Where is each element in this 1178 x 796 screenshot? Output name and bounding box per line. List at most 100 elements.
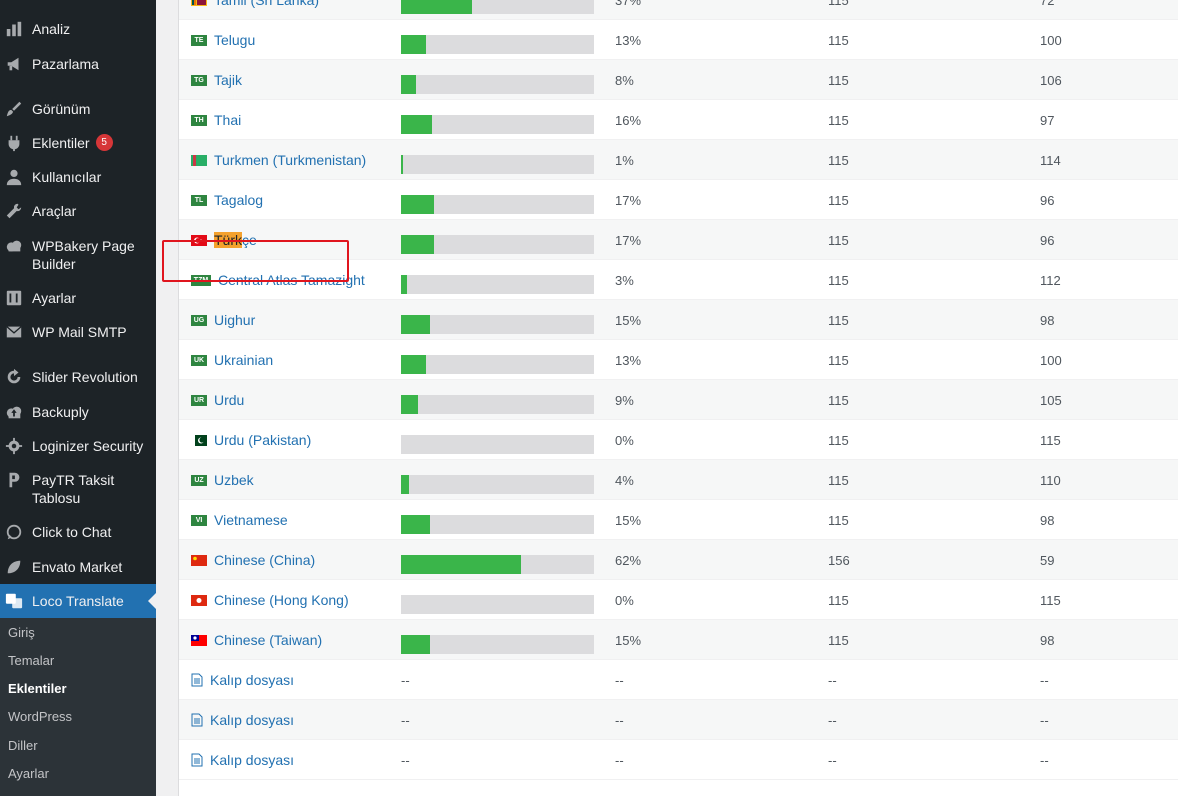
- table-row: Kalıp dosyası -- -- -- --: [179, 740, 1178, 780]
- hongkong-flag-icon: [191, 594, 207, 606]
- table-row: Tamil (Sri Lanka) 37% 115 72: [179, 0, 1178, 20]
- remaining-strings: 98: [1040, 632, 1055, 648]
- submenu-item-wordpress[interactable]: WordPress: [8, 709, 72, 724]
- total-strings: 115: [828, 312, 849, 328]
- menu-click-to-chat[interactable]: Click to Chat: [0, 523, 156, 541]
- language-link[interactable]: Chinese (China): [191, 540, 315, 580]
- menu-ara-lar[interactable]: Araçlar: [0, 202, 156, 220]
- empty-cell: --: [828, 712, 837, 728]
- remaining-strings: 112: [1040, 272, 1061, 288]
- progress-bar: [401, 235, 594, 254]
- menu-envato-market[interactable]: Envato Market: [0, 558, 156, 576]
- submenu-item-ayarlar[interactable]: Ayarlar: [8, 766, 49, 781]
- language-link[interactable]: UZ Uzbek: [191, 460, 254, 500]
- menu-ayarlar[interactable]: Ayarlar: [0, 289, 156, 307]
- menu-loginizer-security[interactable]: Loginizer Security: [0, 437, 156, 455]
- language-name: Urdu: [214, 392, 245, 408]
- language-link[interactable]: TL Tagalog: [191, 180, 263, 220]
- menu-loco-translate[interactable]: Loco Translate: [0, 584, 156, 618]
- remaining-strings: 96: [1040, 232, 1055, 248]
- progress-fill: [401, 315, 430, 334]
- submenu-item-giri-[interactable]: Giriş: [8, 625, 35, 640]
- table-row: Türk çe 17% 115 96: [179, 220, 1178, 260]
- percent-complete: 9%: [615, 392, 634, 408]
- remaining-strings: 100: [1040, 32, 1062, 48]
- remaining-strings: 100: [1040, 352, 1062, 368]
- menu-analiz[interactable]: Analiz: [0, 20, 156, 38]
- total-strings: 115: [828, 112, 849, 128]
- language-name: Urdu (Pakistan): [214, 432, 312, 448]
- sri-lanka-flag-icon: [191, 0, 207, 6]
- language-link[interactable]: TZM Central Atlas Tamazight: [191, 260, 365, 300]
- translate-icon: [4, 592, 24, 610]
- empty-cell: --: [615, 752, 624, 768]
- progress-fill: [401, 0, 473, 14]
- menu-slider-revolution[interactable]: Slider Revolution: [0, 368, 156, 386]
- language-link[interactable]: UR Urdu: [191, 380, 244, 420]
- progress-bar: [401, 155, 594, 174]
- language-link[interactable]: Tamil (Sri Lanka): [191, 0, 319, 20]
- total-strings: 115: [828, 192, 849, 208]
- table-row: UG Uighur 15% 115 98: [179, 300, 1178, 340]
- language-link[interactable]: TG Tajik: [191, 60, 242, 100]
- language-link[interactable]: TH Thai: [191, 100, 241, 140]
- language-name: Uzbek: [214, 472, 254, 488]
- menu-eklentiler[interactable]: Eklentiler 5: [0, 134, 156, 152]
- language-name: Kalıp dosyası: [210, 752, 295, 768]
- menu-kullan-c-lar[interactable]: Kullanıcılar: [0, 168, 156, 186]
- percent-complete: 62%: [615, 552, 642, 568]
- progress-bar: [401, 195, 594, 214]
- submenu-item-temalar[interactable]: Temalar: [8, 653, 54, 668]
- language-name: Chinese (China): [214, 552, 316, 568]
- cloud-icon: [4, 237, 24, 255]
- language-link[interactable]: Chinese (Hong Kong): [191, 580, 349, 620]
- progress-fill: [401, 515, 430, 534]
- percent-complete: 17%: [615, 232, 642, 248]
- language-link[interactable]: TE Telugu: [191, 20, 255, 60]
- menu-pazarlama[interactable]: Pazarlama: [0, 55, 156, 73]
- total-strings: 115: [828, 432, 849, 448]
- menu-label: Click to Chat: [32, 524, 112, 540]
- language-link[interactable]: Kalıp dosyası: [191, 740, 294, 780]
- language-link[interactable]: UG Uighur: [191, 300, 255, 340]
- total-strings: 115: [828, 32, 849, 48]
- language-link[interactable]: VI Vietnamese: [191, 500, 288, 540]
- submenu-item-diller[interactable]: Diller: [8, 738, 38, 753]
- progress-fill: [401, 635, 430, 654]
- menu-backuply[interactable]: Backuply: [0, 403, 156, 421]
- progress-bar: [401, 355, 594, 374]
- language-name: Ukrainian: [214, 352, 274, 368]
- percent-complete: 0%: [615, 432, 634, 448]
- remaining-strings: 115: [1040, 432, 1061, 448]
- percent-complete: 17%: [615, 192, 642, 208]
- empty-cell: --: [1040, 752, 1049, 768]
- language-link[interactable]: Kalıp dosyası: [191, 660, 294, 700]
- turkmenistan-flag-icon: [191, 154, 207, 166]
- remaining-strings: 114: [1040, 152, 1061, 168]
- total-strings: 115: [828, 272, 849, 288]
- language-link[interactable]: Urdu (Pakistan): [191, 420, 311, 460]
- menu-label: Ayarlar: [32, 290, 77, 306]
- settings-sliders-icon: [4, 289, 24, 307]
- remaining-strings: 115: [1040, 592, 1061, 608]
- progress-bar: [401, 275, 594, 294]
- percent-complete: 8%: [615, 72, 634, 88]
- language-link[interactable]: UK Ukrainian: [191, 340, 273, 380]
- percent-complete: 0%: [615, 592, 634, 608]
- language-name: Telugu: [214, 32, 256, 48]
- envelope-icon: [4, 323, 24, 341]
- submenu-item-eklentiler[interactable]: Eklentiler: [8, 681, 67, 696]
- table-row: TL Tagalog 17% 115 96: [179, 180, 1178, 220]
- menu-g-r-n-m[interactable]: Görünüm: [0, 100, 156, 118]
- language-code-icon: TL: [191, 194, 207, 206]
- total-strings: 156: [828, 552, 850, 568]
- language-link[interactable]: Türk çe: [191, 220, 257, 260]
- menu-wp-mail-smtp[interactable]: WP Mail SMTP: [0, 323, 156, 341]
- language-link[interactable]: Kalıp dosyası: [191, 700, 294, 740]
- cloud-upload-icon: [4, 403, 24, 421]
- language-code-icon: UG: [191, 314, 207, 326]
- menu-wpbakery-page-builder[interactable]: WPBakery Page Builder: [0, 237, 156, 273]
- language-link[interactable]: Chinese (Taiwan): [191, 620, 322, 660]
- language-link[interactable]: Turkmen (Turkmenistan): [191, 140, 366, 180]
- menu-paytr-taksit-tablosu[interactable]: PayTR Taksit Tablosu: [0, 471, 156, 507]
